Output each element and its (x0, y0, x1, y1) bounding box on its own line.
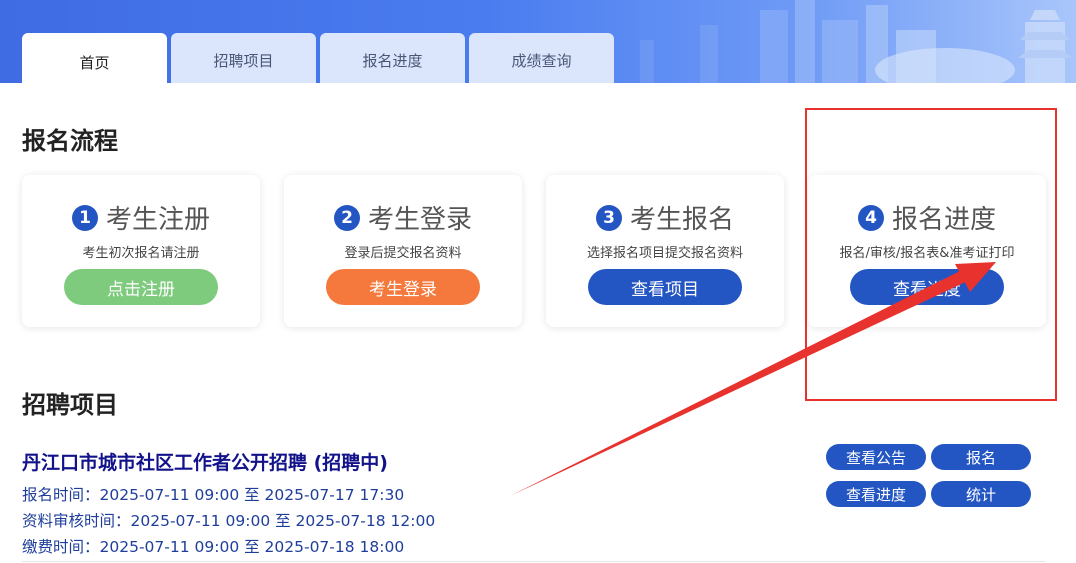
signup-button[interactable]: 报名 (931, 444, 1031, 470)
tab-progress[interactable]: 报名进度 (320, 33, 465, 83)
step-description: 考生初次报名请注册 (82, 246, 200, 261)
step-description: 选择报名项目提交报名资料 (586, 246, 743, 261)
login-button[interactable]: 考生登录 (326, 269, 480, 305)
step-number-badge: 1 (71, 204, 98, 231)
page: 首页 招聘项目 报名进度 成绩查询 报名流程 1 考生注册 考生初次报名请注册 … (0, 0, 1076, 563)
divider (22, 561, 1046, 562)
register-button[interactable]: 点击注册 (64, 269, 218, 305)
signup-time: 报名时间：2025-07-11 09:00 至 2025-07-17 17:30 (22, 486, 405, 504)
step-number-badge: 2 (333, 204, 360, 231)
step-title: 考生登录 (367, 205, 472, 235)
annotation-highlight-box (805, 108, 1057, 401)
tab-projects[interactable]: 招聘项目 (171, 33, 316, 83)
step-card-register: 1 考生注册 考生初次报名请注册 点击注册 (22, 175, 260, 327)
step-number-badge: 3 (595, 204, 622, 231)
step-card-login: 2 考生登录 登录后提交报名资料 考生登录 (284, 175, 522, 327)
project-progress-button[interactable]: 查看进度 (826, 481, 926, 507)
projects-section-title: 招聘项目 (22, 391, 118, 419)
payment-time: 缴费时间：2025-07-11 09:00 至 2025-07-18 18:00 (22, 538, 405, 556)
view-projects-button[interactable]: 查看项目 (588, 269, 742, 305)
step-title: 考生注册 (105, 205, 210, 235)
view-notice-button[interactable]: 查看公告 (826, 444, 926, 470)
tab-home[interactable]: 首页 (22, 33, 167, 83)
step-title: 考生报名 (629, 205, 734, 235)
statistics-button[interactable]: 统计 (931, 481, 1031, 507)
process-section-title: 报名流程 (22, 127, 118, 155)
project-actions: 查看公告 报名 查看进度 统计 (826, 444, 1031, 507)
main-tabs: 首页 招聘项目 报名进度 成绩查询 (22, 33, 614, 83)
step-description: 登录后提交报名资料 (344, 246, 462, 261)
tab-scores[interactable]: 成绩查询 (469, 33, 614, 83)
review-time: 资料审核时间：2025-07-11 09:00 至 2025-07-18 12:… (22, 512, 436, 530)
step-card-apply: 3 考生报名 选择报名项目提交报名资料 查看项目 (546, 175, 784, 327)
project-title-link[interactable]: 丹江口市城市社区工作者公开招聘 (招聘中) (22, 448, 388, 475)
header-banner: 首页 招聘项目 报名进度 成绩查询 (0, 0, 1076, 83)
